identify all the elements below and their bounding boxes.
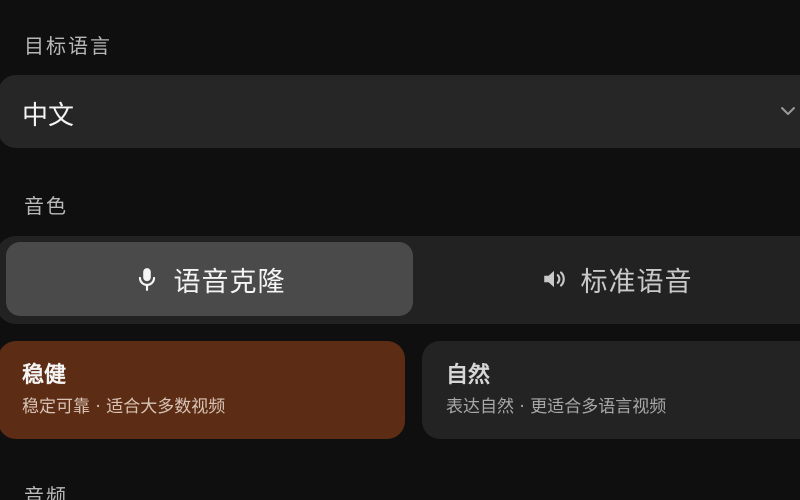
voice-style-description: 稳定可靠 · 适合大多数视频 xyxy=(22,397,226,417)
voice-style-card-steady[interactable]: 稳健 稳定可靠 · 适合大多数视频 xyxy=(0,341,405,439)
settings-page: 目标语言 中文 音色 语音克隆 标准语音 稳健 稳定可靠 · 适合大多数视频 自… xyxy=(0,0,800,500)
tab-standard-voice-label: 标准语音 xyxy=(580,266,693,298)
voice-style-description: 表达自然 · 更适合多语言视频 xyxy=(446,397,667,417)
speaker-icon xyxy=(543,270,565,288)
voice-type-segmented-control: 语音克隆 标准语音 xyxy=(0,236,800,324)
voice-style-title: 稳健 xyxy=(22,363,67,388)
audio-label: 音频 xyxy=(24,484,68,500)
tab-voice-clone-label: 语音克隆 xyxy=(173,266,286,298)
chevron-down-icon xyxy=(781,107,795,115)
target-language-label: 目标语言 xyxy=(24,34,112,58)
voice-style-card-natural[interactable]: 自然 表达自然 · 更适合多语言视频 xyxy=(422,341,800,439)
microphone-icon xyxy=(138,268,155,291)
target-language-value: 中文 xyxy=(22,101,75,131)
voice-style-title: 自然 xyxy=(446,363,491,388)
tab-standard-voice[interactable]: 标准语音 xyxy=(413,242,800,316)
voice-label: 音色 xyxy=(24,194,68,218)
target-language-select[interactable]: 中文 xyxy=(0,75,800,148)
tab-voice-clone[interactable]: 语音克隆 xyxy=(6,242,413,316)
